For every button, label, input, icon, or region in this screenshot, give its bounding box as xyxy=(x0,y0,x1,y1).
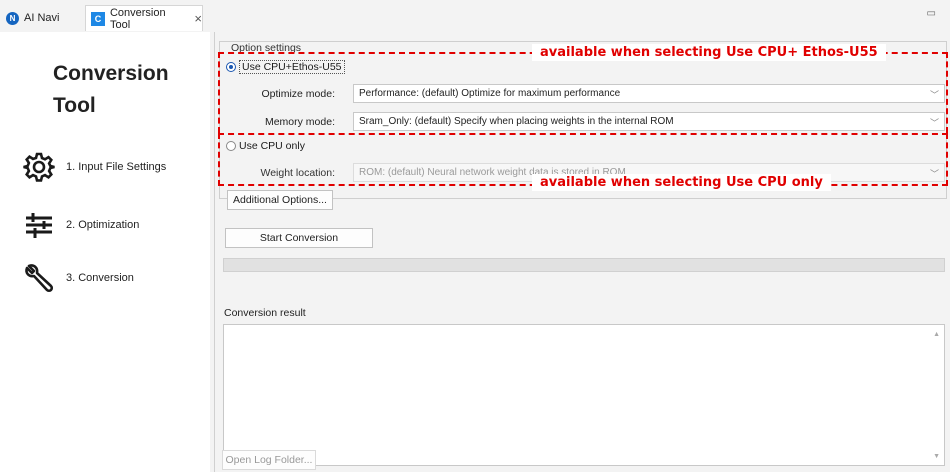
additional-options-button[interactable]: Additional Options... xyxy=(227,190,333,210)
close-icon[interactable]: × xyxy=(194,11,202,26)
minimize-icon[interactable]: ▭ xyxy=(927,8,936,19)
sidebar-item-label: 2. Optimization xyxy=(66,219,140,231)
sidebar: Conversion Tool 1. Input File Settings 2… xyxy=(0,32,210,472)
annotation-note-cpu-only: available when selecting Use CPU only xyxy=(532,174,831,191)
wrench-icon xyxy=(20,259,58,297)
sliders-icon xyxy=(20,206,58,244)
start-conversion-button[interactable]: Start Conversion xyxy=(225,228,373,248)
sidebar-item-optimization[interactable]: 2. Optimization xyxy=(20,206,139,244)
sidebar-title: Conversion Tool xyxy=(53,62,169,117)
annotation-box-cpu-ethos xyxy=(218,52,948,133)
conversion-result-label: Conversion result xyxy=(224,307,306,319)
sidebar-item-conversion[interactable]: 3. Conversion xyxy=(20,259,134,297)
sidebar-item-label: 1. Input File Settings xyxy=(66,161,167,173)
conversion-tool-icon: C xyxy=(91,11,105,26)
open-log-folder-button[interactable]: Open Log Folder... xyxy=(222,450,316,470)
sidebar-item-label: 3. Conversion xyxy=(66,272,134,284)
tab-conversion-tool[interactable]: C Conversion Tool × xyxy=(85,5,203,31)
tab-ai-navi-label: AI Navi xyxy=(24,12,60,24)
conversion-result-textarea[interactable]: ▲ ▼ xyxy=(223,324,945,466)
tab-conversion-tool-label: Conversion Tool xyxy=(109,6,166,31)
conversion-progress-bar xyxy=(223,258,945,272)
sidebar-item-input-file-settings[interactable]: 1. Input File Settings xyxy=(20,148,166,186)
gear-icon xyxy=(20,148,58,186)
scroll-up-icon[interactable]: ▲ xyxy=(933,331,940,338)
tab-ai-navi[interactable]: N AI Navi xyxy=(6,7,59,29)
tab-bar: N AI Navi C Conversion Tool × ▭ xyxy=(0,0,950,32)
annotation-note-cpu-ethos: available when selecting Use CPU+ Ethos-… xyxy=(532,44,886,61)
scroll-down-icon[interactable]: ▼ xyxy=(933,453,940,460)
ai-navi-icon: N xyxy=(6,11,19,25)
